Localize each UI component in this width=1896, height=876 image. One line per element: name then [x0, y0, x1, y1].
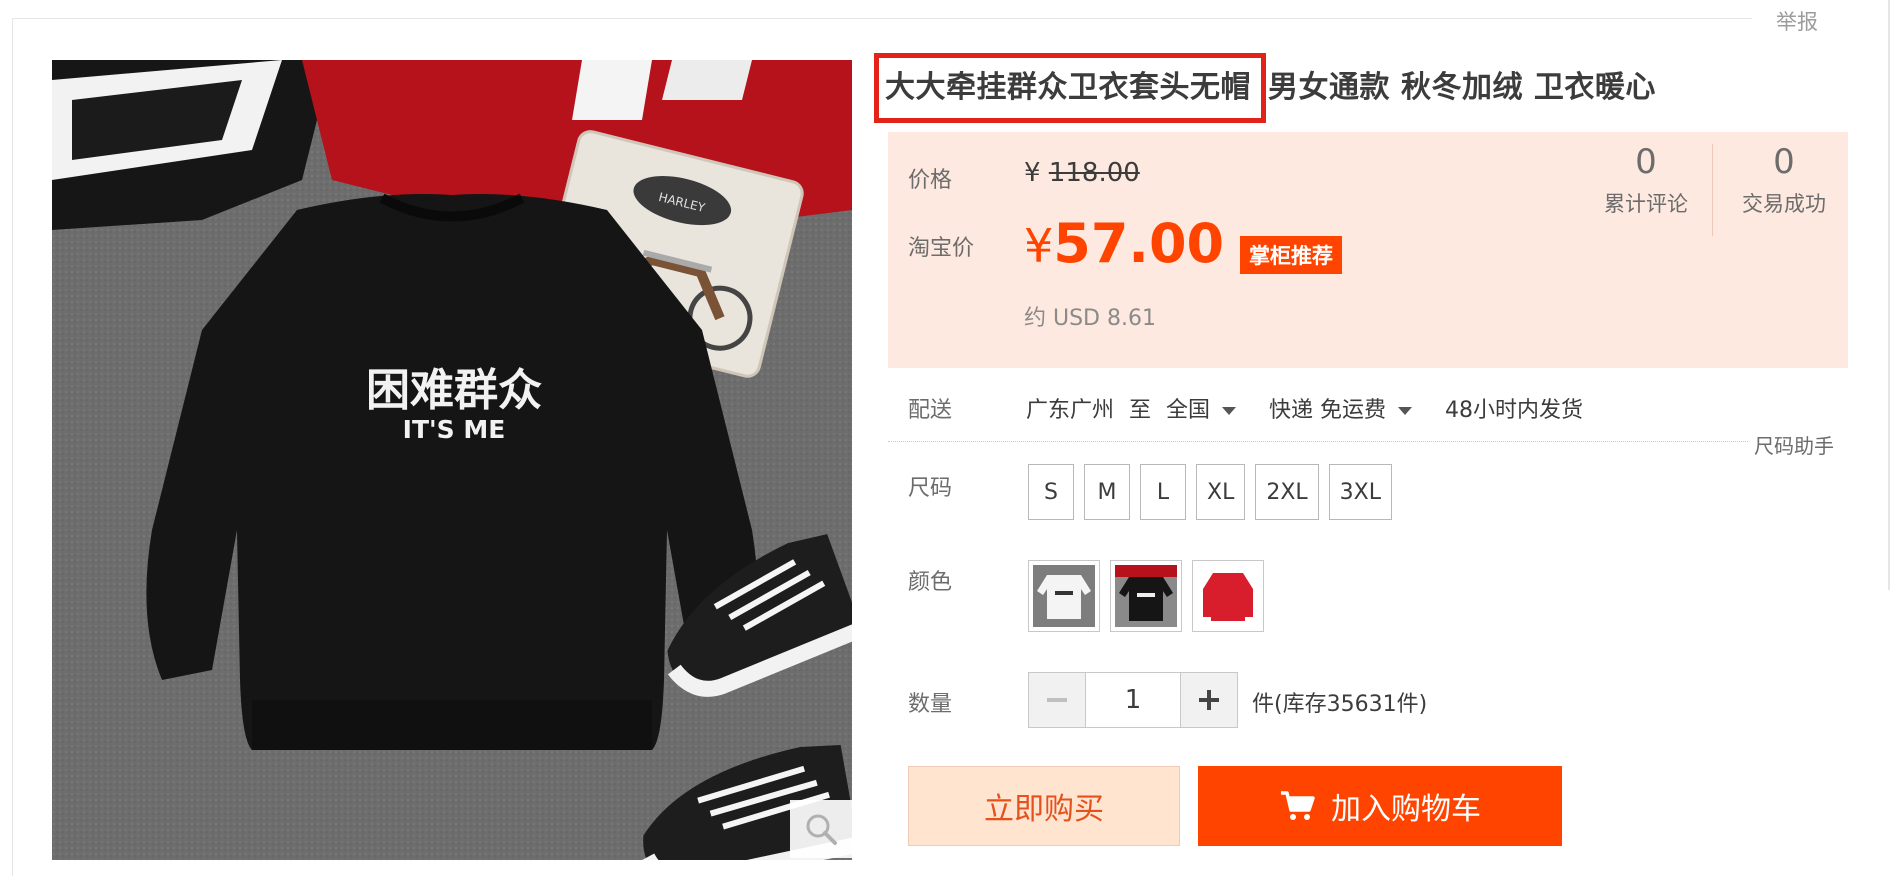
panel-left-border: [12, 18, 13, 876]
shipping-select[interactable]: 快递 免运费: [1269, 398, 1438, 423]
size-option-2xl[interactable]: 2XL: [1255, 464, 1319, 520]
destination-select[interactable]: 全国: [1166, 398, 1262, 423]
color-option-black[interactable]: [1110, 560, 1182, 632]
black-sweatshirt-thumbnail: [1115, 565, 1177, 627]
quantity-decrease-button[interactable]: [1029, 673, 1085, 727]
stock-info: 件(库存35631件): [1252, 692, 1428, 717]
shirt-print-en: IT'S ME: [403, 415, 506, 444]
recommend-badge: 掌柜推荐: [1240, 236, 1342, 274]
size-option-3xl[interactable]: 3XL: [1328, 464, 1392, 520]
plus-icon: [1199, 690, 1219, 710]
delivery-to-word: 至: [1129, 398, 1152, 423]
color-option-white[interactable]: [1028, 560, 1100, 632]
taobao-price: ¥57.00: [1024, 212, 1224, 275]
chevron-down-icon: [1222, 407, 1237, 415]
chevron-down-icon: [1398, 407, 1413, 415]
red-sweatshirt-thumbnail: [1197, 565, 1259, 627]
shipping-value: 快递 免运费: [1269, 398, 1387, 423]
usd-approx: 约 USD 8.61: [1024, 306, 1156, 331]
stat-divider: [1712, 144, 1713, 236]
price-label: 价格: [908, 168, 953, 193]
sales-label: 交易成功: [1742, 192, 1826, 216]
size-options: S M L XL 2XL 3XL: [1028, 464, 1392, 520]
minus-icon: [1047, 698, 1067, 702]
taobao-price-label: 淘宝价: [908, 236, 975, 261]
sales-stat[interactable]: 0 交易成功: [1714, 142, 1854, 218]
product-main-image[interactable]: HARLEY 困难群众 IT'S ME: [52, 60, 852, 860]
price-panel: 价格 ¥ 118.00 淘宝价 ¥57.00 掌柜推荐 约 USD 8.61 0…: [888, 132, 1848, 368]
size-helper-link[interactable]: 尺码助手: [1754, 430, 1834, 459]
original-price-value: 118.00: [1048, 158, 1140, 188]
reviews-count: 0: [1635, 142, 1657, 182]
add-to-cart-button[interactable]: 加入购物车: [1198, 766, 1562, 846]
white-sweatshirt-thumbnail: [1033, 565, 1095, 627]
size-option-m[interactable]: M: [1084, 464, 1130, 520]
quantity-increase-button[interactable]: [1181, 673, 1237, 727]
size-option-s[interactable]: S: [1028, 464, 1074, 520]
buy-now-button[interactable]: 立即购买: [908, 766, 1180, 846]
product-title: 大大牵挂群众卫衣套头无帽 男女通款 秋冬加绒 卫衣暖心: [874, 53, 1656, 123]
title-rest: 男女通款 秋冬加绒 卫衣暖心: [1268, 70, 1656, 105]
panel-top-border: [12, 18, 1752, 19]
quantity-input[interactable]: 1: [1085, 673, 1181, 727]
destination-value: 全国: [1166, 398, 1211, 423]
taobao-price-value: 57.00: [1053, 212, 1225, 275]
delivery-from: 广东广州: [1026, 398, 1115, 423]
magnifier-icon: [806, 814, 837, 845]
color-option-red[interactable]: [1192, 560, 1264, 632]
delivery-label: 配送: [908, 398, 953, 423]
cart-icon: [1281, 791, 1315, 820]
color-label: 颜色: [908, 570, 953, 595]
original-price: ¥ 118.00: [1024, 158, 1140, 188]
dispatch-time: 48小时内发货: [1445, 398, 1584, 423]
report-link[interactable]: 举报: [1776, 6, 1818, 36]
original-currency: ¥: [1024, 158, 1041, 188]
sales-count: 0: [1773, 142, 1795, 182]
currency-symbol: ¥: [1024, 219, 1054, 273]
reviews-label: 累计评论: [1604, 192, 1688, 216]
product-photo: HARLEY 困难群众 IT'S ME: [52, 60, 852, 860]
title-highlight-box: 大大牵挂群众卫衣套头无帽: [874, 53, 1266, 123]
reviews-stat[interactable]: 0 累计评论: [1576, 142, 1716, 218]
section-divider: [888, 441, 1748, 442]
add-to-cart-label: 加入购物车: [1331, 792, 1481, 827]
size-option-xl[interactable]: XL: [1196, 464, 1246, 520]
color-options: [1028, 560, 1264, 632]
quantity-stepper: 1: [1028, 672, 1238, 728]
delivery-info: 广东广州 至 全国 快递 免运费 48小时内发货: [1026, 392, 1583, 424]
shirt-print-cn: 困难群众: [366, 365, 542, 416]
quantity-label: 数量: [908, 692, 953, 717]
panel-right-border: [1888, 0, 1890, 590]
size-label: 尺码: [908, 476, 953, 501]
zoom-button[interactable]: [790, 800, 852, 858]
size-option-l[interactable]: L: [1140, 464, 1186, 520]
